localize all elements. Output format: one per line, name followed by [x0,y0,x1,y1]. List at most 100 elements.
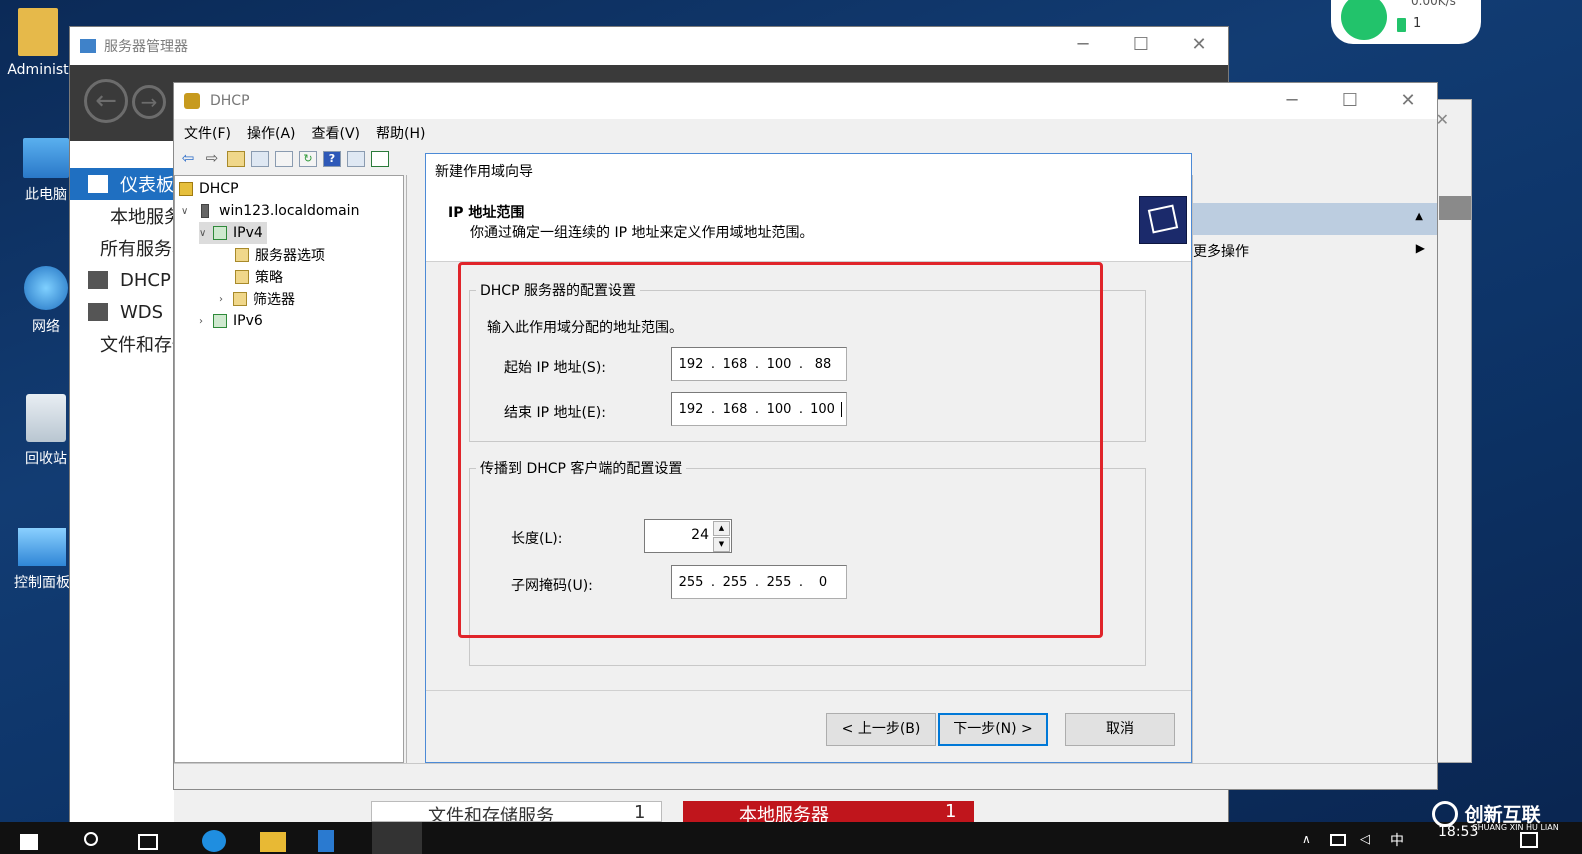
cancel-button[interactable]: 取消 [1065,713,1175,746]
back-button[interactable]: < 上一步(B) [826,713,936,746]
window-controls: ─ ☐ ✕ [1263,83,1437,119]
watermark-symbol-icon [1432,800,1458,827]
server-manager-titlebar: 服务器管理器 ─ ☐ ✕ [70,27,1228,65]
highlight-annotation-box [458,262,1103,638]
file-explorer-icon[interactable] [260,832,286,852]
back-arrow-icon[interactable]: ← [84,79,128,123]
background-window-scrollbar [1439,196,1471,220]
actions-pane-header[interactable]: ▲ [1193,203,1437,235]
menu-action[interactable]: 操作(A) [247,123,296,143]
tree-node-ipv4[interactable]: ∨ IPv4 [199,222,267,244]
desktop-icon-label: 此电脑 [25,187,67,203]
sidebar-item-file-storage[interactable]: 文件和存储服务 [70,328,174,360]
tree-node-ipv6[interactable]: › IPv6 [199,310,263,332]
maximize-button[interactable]: ☐ [1112,27,1170,63]
forward-arrow-icon[interactable]: → [132,85,166,119]
tile-label: 文件和存储服务 [428,806,554,822]
chevron-right-icon[interactable]: › [219,294,233,305]
computer-icon [23,138,69,178]
menu-view[interactable]: 查看(V) [312,123,361,143]
ime-indicator[interactable]: 中 [1390,830,1404,850]
user-folder-icon [18,8,58,56]
tile-count: 1 [634,802,646,822]
sidebar-item-wds[interactable]: WDS [70,296,174,328]
wizard-subheading: 你通过确定一组连续的 IP 地址来定义作用域地址范围。 [470,225,814,241]
task-view-icon[interactable] [138,834,158,850]
sm-tile-file-storage[interactable]: 文件和存储服务 1 [371,801,662,822]
server-manager-sidebar: 仪表板 本地服务器 所有服务器 DHCP WDS 文件和存储服务 [70,141,174,827]
notification-icon[interactable] [1520,832,1538,848]
minimize-button[interactable]: ─ [1054,27,1112,63]
desktop-icon-admin[interactable]: Administ [0,8,76,78]
show-action-pane-icon[interactable] [347,151,365,167]
tree-label: 服务器选项 [255,248,325,264]
back-icon[interactable]: ⇦ [179,151,197,167]
close-button[interactable]: ✕ [1170,27,1228,63]
taskbar: ∧ ◁ 中 18:53 [0,822,1582,854]
network-icon [24,266,68,310]
internet-explorer-icon[interactable] [202,830,226,852]
status-bar [174,763,1437,789]
menu-help[interactable]: 帮助(H) [376,123,425,143]
dashboard-icon [88,175,108,193]
scope-wizard-icon [1139,196,1187,244]
watermark-subtext: CHUANG XIN HU LIAN [1472,823,1559,832]
tree-node-filters[interactable]: › 筛选器 [219,288,295,310]
next-button[interactable]: 下一步(N) > [938,713,1048,746]
dhcp-titlebar: DHCP ─ ☐ ✕ [174,83,1437,119]
desktop-icon-label: 控制面板 [14,575,70,591]
menu-file[interactable]: 文件(F) [184,123,231,143]
tree-label: IPv4 [233,225,263,241]
volume-tray-icon[interactable]: ◁ [1360,832,1370,847]
sidebar-item-local-server[interactable]: 本地服务器 [70,200,174,232]
tree-scrollbar[interactable] [406,175,416,763]
desktop-icon-label: 回收站 [25,451,67,467]
help-icon[interactable]: ? [323,151,341,167]
server-icon [201,204,209,218]
maximize-button[interactable]: ☐ [1321,83,1379,119]
wizard-heading: IP 地址范围 [448,205,525,221]
tree-node-server-options[interactable]: 服务器选项 [235,244,325,266]
more-actions-item[interactable]: 更多操作 ▶ [1193,239,1437,263]
tree-node-server[interactable]: ∨ win123.localdomain [181,200,359,222]
sidebar-item-dashboard[interactable]: 仪表板 [70,168,174,200]
search-icon[interactable] [84,832,98,846]
menu-bar: 文件(F) 操作(A) 查看(V) 帮助(H) [174,119,1437,147]
tree-node-dhcp[interactable]: DHCP [179,178,239,200]
desktop-icon-label: 网络 [32,319,60,335]
recycle-bin-icon [26,394,66,442]
tray-up-chevron-icon[interactable]: ∧ [1302,832,1311,846]
up-folder-icon[interactable] [227,151,245,167]
chevron-down-icon[interactable]: ∨ [199,228,213,239]
document-stack-icon [1147,204,1179,234]
tree-label: 策略 [255,270,283,286]
sidebar-item-label: 本地服务器 [110,207,174,228]
chevron-down-icon[interactable]: ∨ [181,206,195,217]
properties-icon[interactable] [275,151,293,167]
start-windows-icon[interactable] [20,834,38,850]
sidebar-item-all-servers[interactable]: 所有服务器 [70,232,174,264]
tree-node-policies[interactable]: 策略 [235,266,283,288]
chevron-right-icon[interactable]: › [199,316,213,327]
dhcp-trophy-icon [179,182,193,196]
wizard-button-separator [426,690,1191,691]
sm-tile-local-server[interactable]: 本地服务器 1 [683,801,974,822]
network-tray-icon[interactable] [1330,834,1346,846]
sidebar-item-label: 所有服务器 [100,239,174,260]
dhcp-taskbar-icon[interactable] [372,822,422,854]
collapse-up-icon[interactable]: ▲ [1415,211,1423,222]
ipv6-icon [213,314,227,328]
close-button[interactable]: ✕ [1379,83,1437,119]
watermark-logo: 创新互联 CHUANG XIN HU LIAN [1432,800,1559,832]
show-hide-tree-icon[interactable] [251,151,269,167]
server-manager-app-icon [80,39,96,53]
minimize-button[interactable]: ─ [1263,83,1321,119]
tree-label: win123.localdomain [219,203,360,219]
monitor-icon[interactable] [371,151,389,167]
sidebar-item-dhcp[interactable]: DHCP [70,264,174,296]
forward-icon[interactable]: ⇨ [203,151,221,167]
tree-label: DHCP [199,181,239,197]
battery-icon [1397,18,1406,32]
server-manager-taskbar-icon[interactable] [318,830,334,852]
refresh-icon[interactable]: ↻ [299,151,317,167]
